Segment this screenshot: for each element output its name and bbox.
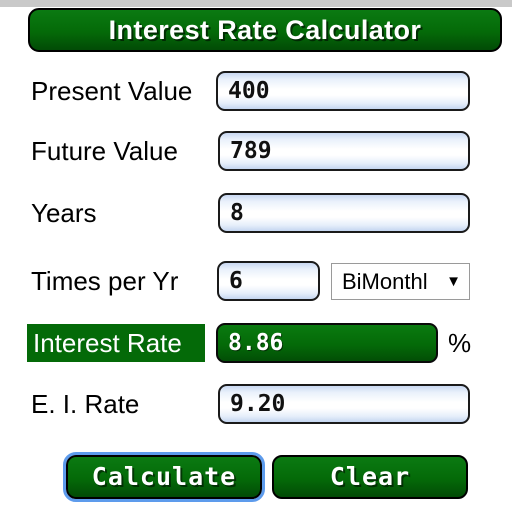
calculate-button[interactable]: Calculate: [63, 452, 265, 502]
clear-button[interactable]: Clear: [272, 455, 468, 499]
chevron-down-icon: ▼: [446, 273, 461, 290]
row-present-value: Present Value 400: [0, 68, 512, 114]
label-effective-interest-rate: E. I. Rate: [31, 389, 140, 419]
input-years[interactable]: 8: [218, 193, 470, 233]
label-times-per-year: Times per Yr: [31, 266, 179, 296]
top-gray-strip: [0, 0, 512, 7]
label-future-value: Future Value: [31, 136, 178, 166]
row-effective-interest-rate: E. I. Rate 9.20: [0, 381, 512, 427]
label-interest-rate[interactable]: Interest Rate: [27, 324, 205, 362]
percent-unit-label: %: [448, 328, 472, 358]
row-interest-rate: Interest Rate 8.86 %: [0, 320, 512, 366]
output-interest-rate[interactable]: 8.86: [216, 323, 438, 363]
row-years: Years 8: [0, 190, 512, 236]
row-future-value: Future Value 789: [0, 128, 512, 174]
app-title-banner: Interest Rate Calculator: [28, 8, 502, 52]
compounding-frequency-select[interactable]: BiMonthl ▼: [331, 263, 470, 300]
input-times-per-year[interactable]: 6: [217, 261, 320, 301]
page-title: Interest Rate Calculator: [108, 14, 422, 45]
output-effective-interest-rate[interactable]: 9.20: [218, 384, 470, 424]
label-present-value: Present Value: [31, 76, 193, 106]
compounding-frequency-value: BiMonthl: [342, 268, 428, 294]
label-years: Years: [31, 198, 97, 228]
interest-rate-calculator-app: Interest Rate Calculator Present Value 4…: [0, 0, 512, 512]
row-times-per-year: Times per Yr 6 BiMonthl ▼: [0, 258, 512, 304]
input-future-value[interactable]: 789: [218, 131, 470, 171]
input-present-value[interactable]: 400: [216, 71, 470, 111]
